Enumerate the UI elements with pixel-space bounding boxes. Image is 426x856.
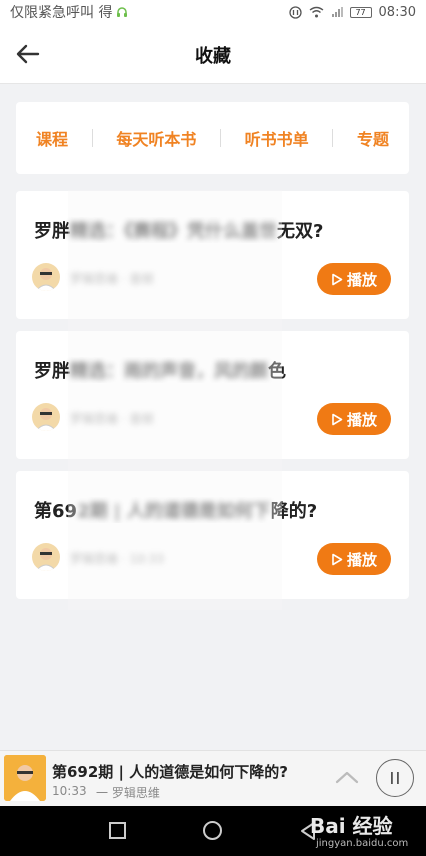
play-icon bbox=[332, 553, 343, 565]
card-title: 罗胖精选：《赛程》凭什么盖世无双? bbox=[34, 221, 324, 242]
player-cover-image[interactable] bbox=[4, 755, 46, 801]
avatar bbox=[32, 263, 60, 291]
watermark: Bai 经验 jingyan.baidu.com bbox=[306, 806, 422, 852]
tab-courses[interactable]: 课程 bbox=[36, 126, 68, 150]
play-button[interactable]: 播放 bbox=[317, 403, 391, 435]
player-author: 一 罗辑思维 bbox=[96, 786, 160, 800]
clock: 08:30 bbox=[378, 4, 416, 20]
tab-divider bbox=[220, 129, 221, 147]
watermark-logo-text: Bai 经验 bbox=[310, 814, 393, 838]
watermark-url: jingyan.baidu.com bbox=[316, 838, 409, 849]
page-title: 收藏 bbox=[195, 46, 231, 67]
card-title: 第692期 | 人的道德是如何下降的? bbox=[34, 501, 318, 522]
card-title: 罗胖精选：雨的声音，风的颜色 bbox=[34, 361, 286, 382]
favorite-card[interactable]: 罗胖精选：雨的声音，风的颜色 罗辑思维 · 音频 播放 bbox=[16, 331, 409, 459]
card-meta: 罗辑思维 · 10:33 bbox=[70, 552, 165, 566]
author-avatar-icon bbox=[35, 548, 57, 571]
recents-button[interactable] bbox=[109, 822, 126, 839]
app-header: 收藏 bbox=[0, 24, 426, 84]
author-avatar-icon bbox=[35, 408, 57, 431]
favorite-card[interactable]: 罗胖精选：《赛程》凭什么盖世无双? 罗辑思维 · 音频 播放 bbox=[16, 191, 409, 319]
tab-divider bbox=[91, 129, 93, 147]
nfc-icon bbox=[288, 5, 302, 19]
tab-booklists[interactable]: 听书书单 bbox=[245, 126, 309, 150]
play-button[interactable]: 播放 bbox=[317, 543, 391, 575]
card-meta: 罗辑思维 · 音频 bbox=[70, 272, 154, 286]
battery-icon: 77 bbox=[349, 6, 372, 18]
play-button[interactable]: 播放 bbox=[317, 263, 391, 295]
tab-topics[interactable]: 专题 bbox=[357, 126, 389, 150]
tab-divider bbox=[332, 129, 334, 147]
signal-icon bbox=[331, 7, 343, 17]
pause-icon bbox=[391, 772, 399, 784]
expand-player-button[interactable] bbox=[334, 767, 360, 787]
player-title: 第692期 | 人的道德是如何下降的? bbox=[52, 763, 288, 781]
category-tabs: 课程 每天听本书 听书书单 专题 bbox=[16, 102, 409, 174]
pause-button[interactable] bbox=[376, 759, 414, 797]
tab-daily-book[interactable]: 每天听本书 bbox=[116, 126, 196, 150]
avatar bbox=[32, 543, 60, 571]
wifi-icon bbox=[309, 6, 323, 18]
cover-portrait-icon bbox=[4, 755, 46, 801]
play-icon bbox=[332, 413, 343, 425]
author-avatar-icon bbox=[35, 268, 57, 291]
player-duration: 10:33 bbox=[52, 784, 87, 798]
play-icon bbox=[332, 273, 343, 285]
carrier-text: 仅限紧急呼叫 得 bbox=[10, 5, 113, 21]
avatar bbox=[32, 403, 60, 431]
status-bar: 仅限紧急呼叫 得 77 08:30 bbox=[0, 0, 426, 24]
home-button[interactable] bbox=[203, 821, 222, 840]
favorite-card[interactable]: 第692期 | 人的道德是如何下降的? 罗辑思维 · 10:33 播放 bbox=[16, 471, 409, 599]
headset-icon bbox=[117, 7, 128, 17]
mini-player[interactable]: 第692期 | 人的道德是如何下降的? 10:33 一 罗辑思维 bbox=[0, 750, 426, 806]
chevron-up-icon bbox=[335, 771, 359, 784]
card-meta: 罗辑思维 · 音频 bbox=[70, 412, 154, 426]
